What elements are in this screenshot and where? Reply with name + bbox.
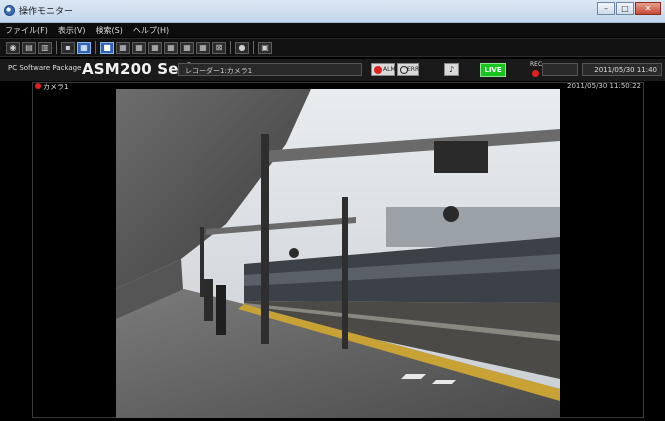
folder-icon[interactable]: ▪ bbox=[61, 41, 75, 54]
settings-icon[interactable]: ▣ bbox=[258, 41, 272, 54]
rec-label: REC bbox=[530, 61, 543, 68]
layout-7-icon[interactable]: ▦ bbox=[148, 41, 162, 54]
toolbar-separator bbox=[95, 41, 96, 54]
layout-6-icon[interactable]: ▦ bbox=[132, 41, 146, 54]
camera-icon[interactable]: ◉ bbox=[6, 41, 20, 54]
package-label: PC Software Package bbox=[8, 64, 82, 72]
maximize-button[interactable]: □ bbox=[616, 2, 634, 15]
signal-box bbox=[434, 141, 488, 173]
menu-view[interactable]: 表示(V) bbox=[53, 23, 91, 37]
status-bar: PC Software Package ASM200 Series レコーダー1… bbox=[0, 59, 665, 82]
layout-sequence-icon[interactable]: ⊠ bbox=[212, 41, 226, 54]
toolbar: ◉ ▤ ▥ ▪ ▦ ■ ▦ ▦ ▦ ▦ ▦ ▦ ⊠ ● ▣ bbox=[0, 38, 665, 57]
window-controls: – □ ✕ bbox=[596, 2, 661, 15]
pole bbox=[261, 134, 269, 344]
person bbox=[204, 279, 213, 321]
close-button[interactable]: ✕ bbox=[635, 2, 661, 15]
rec-indicator-icon bbox=[532, 70, 539, 77]
title-bar[interactable]: 操作モニター – □ ✕ bbox=[0, 0, 665, 23]
person bbox=[216, 285, 226, 335]
toolbar-separator bbox=[230, 41, 231, 54]
menu-search[interactable]: 検索(S) bbox=[91, 23, 128, 37]
save-icon[interactable]: ▥ bbox=[38, 41, 52, 54]
monitor-window: 操作モニター – □ ✕ ファイル(F) 表示(V) 検索(S) ヘルプ(H) … bbox=[0, 0, 665, 421]
grid-select-icon[interactable]: ▦ bbox=[77, 41, 91, 54]
error-button[interactable]: ERR bbox=[397, 63, 419, 76]
app-icon bbox=[4, 5, 15, 16]
camera-label: カメラ1 bbox=[43, 83, 69, 91]
speaker-icon[interactable]: ♪ bbox=[444, 63, 459, 76]
camera-video-frame[interactable] bbox=[116, 89, 560, 418]
camera-timestamp: 2011/05/30 11:50:22 bbox=[566, 82, 641, 90]
pole bbox=[342, 197, 348, 349]
live-button[interactable]: LIVE bbox=[480, 63, 506, 77]
layout-16-icon[interactable]: ▦ bbox=[196, 41, 210, 54]
menu-bar: ファイル(F) 表示(V) 検索(S) ヘルプ(H) bbox=[0, 23, 665, 37]
layout-13-icon[interactable]: ▦ bbox=[180, 41, 194, 54]
layout-9-icon[interactable]: ▦ bbox=[164, 41, 178, 54]
toolbar-separator bbox=[253, 41, 254, 54]
toolbar-separator bbox=[56, 41, 57, 54]
camera-rec-icon bbox=[35, 83, 41, 89]
layout-1-icon[interactable]: ■ bbox=[100, 41, 114, 54]
search-icon[interactable]: ● bbox=[235, 41, 249, 54]
alarm-button[interactable]: ALM bbox=[371, 63, 396, 76]
rec-status-field bbox=[542, 63, 578, 76]
print-icon[interactable]: ▤ bbox=[22, 41, 36, 54]
recorder-camera-field: レコーダー1:カメラ1 bbox=[178, 63, 362, 76]
menu-file[interactable]: ファイル(F) bbox=[0, 23, 53, 37]
window-title: 操作モニター bbox=[19, 7, 74, 17]
minimize-button[interactable]: – bbox=[597, 2, 615, 15]
layout-4-icon[interactable]: ▦ bbox=[116, 41, 130, 54]
menu-help[interactable]: ヘルプ(H) bbox=[128, 23, 174, 37]
datetime-field: 2011/05/30 11:40 bbox=[582, 63, 662, 76]
